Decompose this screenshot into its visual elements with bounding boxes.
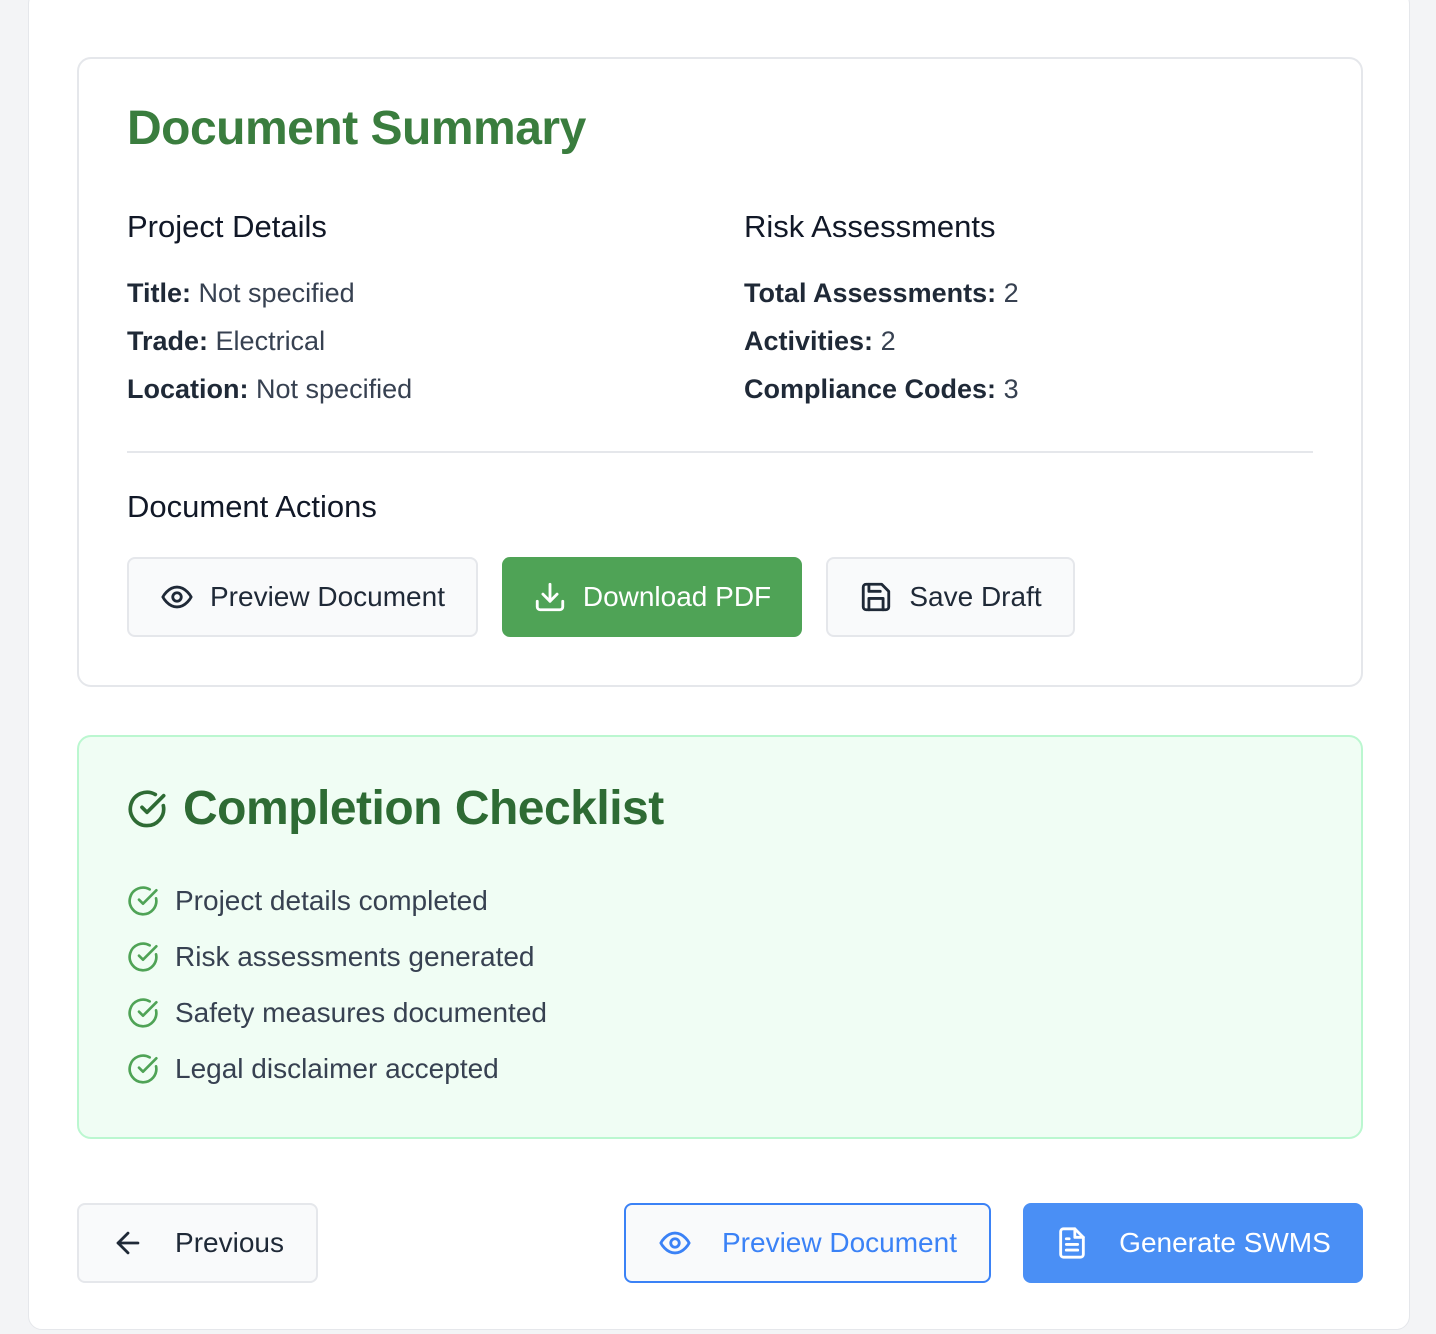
checklist-item: Project details completed [127, 873, 547, 929]
completion-checklist-title-text: Completion Checklist [183, 782, 664, 835]
file-text-icon [1059, 1227, 1085, 1259]
compliance-codes-value: 3 [1003, 374, 1019, 404]
arrow-left-icon [116, 1231, 140, 1255]
preview-document-label: Preview Document [210, 581, 445, 612]
previous-button[interactable]: Previous [77, 1203, 318, 1283]
checklist-item: Risk assessments generated [127, 929, 547, 985]
total-assessments-value: 2 [1003, 278, 1019, 308]
check-circle-icon [128, 789, 166, 827]
check-circle-icon [128, 1054, 158, 1084]
completion-checklist-title: Completion Checklist [127, 781, 664, 836]
generate-swms-button[interactable]: Generate SWMS [1023, 1203, 1363, 1283]
activities-label: Activities: [744, 326, 874, 356]
project-trade-row: Trade: Electrical [127, 317, 412, 365]
save-icon [862, 582, 891, 612]
previous-label: Previous [175, 1227, 284, 1258]
total-assessments-row: Total Assessments: 2 [744, 269, 1019, 317]
compliance-codes-row: Compliance Codes: 3 [744, 365, 1019, 413]
risk-assessments-heading: Risk Assessments [744, 209, 996, 244]
eye-icon [161, 585, 193, 609]
project-trade-value: Electrical [215, 326, 326, 356]
project-location-label: Location: [127, 374, 249, 404]
checklist-item-label: Safety measures documented [175, 997, 547, 1028]
checklist-item-label: Risk assessments generated [175, 941, 535, 972]
document-actions-heading: Document Actions [127, 489, 377, 524]
document-summary-card: Document Summary Project Details Title: … [77, 57, 1363, 687]
project-details-heading: Project Details [127, 209, 327, 244]
project-details-section: Project Details Title: Not specified Tra… [127, 207, 412, 413]
activities-row: Activities: 2 [744, 317, 1019, 365]
project-title-row: Title: Not specified [127, 269, 412, 317]
activities-value: 2 [880, 326, 896, 356]
checklist-item-label: Project details completed [175, 885, 488, 916]
checklist-item: Legal disclaimer accepted [127, 1041, 547, 1097]
save-draft-button[interactable]: Save Draft [826, 557, 1075, 637]
generate-swms-label: Generate SWMS [1119, 1227, 1331, 1258]
page-container: Document Summary Project Details Title: … [28, 0, 1410, 1330]
compliance-codes-label: Compliance Codes: [744, 374, 997, 404]
footer-preview-document-button[interactable]: Preview Document [624, 1203, 991, 1283]
project-location-value: Not specified [256, 374, 413, 404]
checklist-item-label: Legal disclaimer accepted [175, 1053, 499, 1084]
save-draft-label: Save Draft [909, 581, 1042, 612]
download-pdf-button[interactable]: Download PDF [502, 557, 802, 637]
checklist-items: Project details completed Risk assessmen… [127, 873, 547, 1097]
eye-icon [659, 1231, 691, 1255]
download-pdf-label: Download PDF [582, 581, 772, 612]
project-title-value: Not specified [198, 278, 355, 308]
check-circle-icon [128, 942, 158, 972]
total-assessments-label: Total Assessments: [744, 278, 997, 308]
risk-assessments-section: Risk Assessments Total Assessments: 2 Ac… [744, 207, 1019, 413]
section-divider [127, 451, 1313, 453]
project-trade-label: Trade: [127, 326, 209, 356]
footer-preview-document-label: Preview Document [722, 1227, 957, 1258]
checklist-item: Safety measures documented [127, 985, 547, 1041]
project-location-row: Location: Not specified [127, 365, 412, 413]
preview-document-button[interactable]: Preview Document [127, 557, 478, 637]
check-circle-icon [128, 886, 158, 916]
download-icon [535, 582, 565, 612]
completion-checklist-card: Completion Checklist Project details com… [77, 735, 1363, 1139]
project-title-label: Title: [127, 278, 192, 308]
document-summary-title: Document Summary [127, 102, 586, 155]
check-circle-icon [128, 998, 158, 1028]
